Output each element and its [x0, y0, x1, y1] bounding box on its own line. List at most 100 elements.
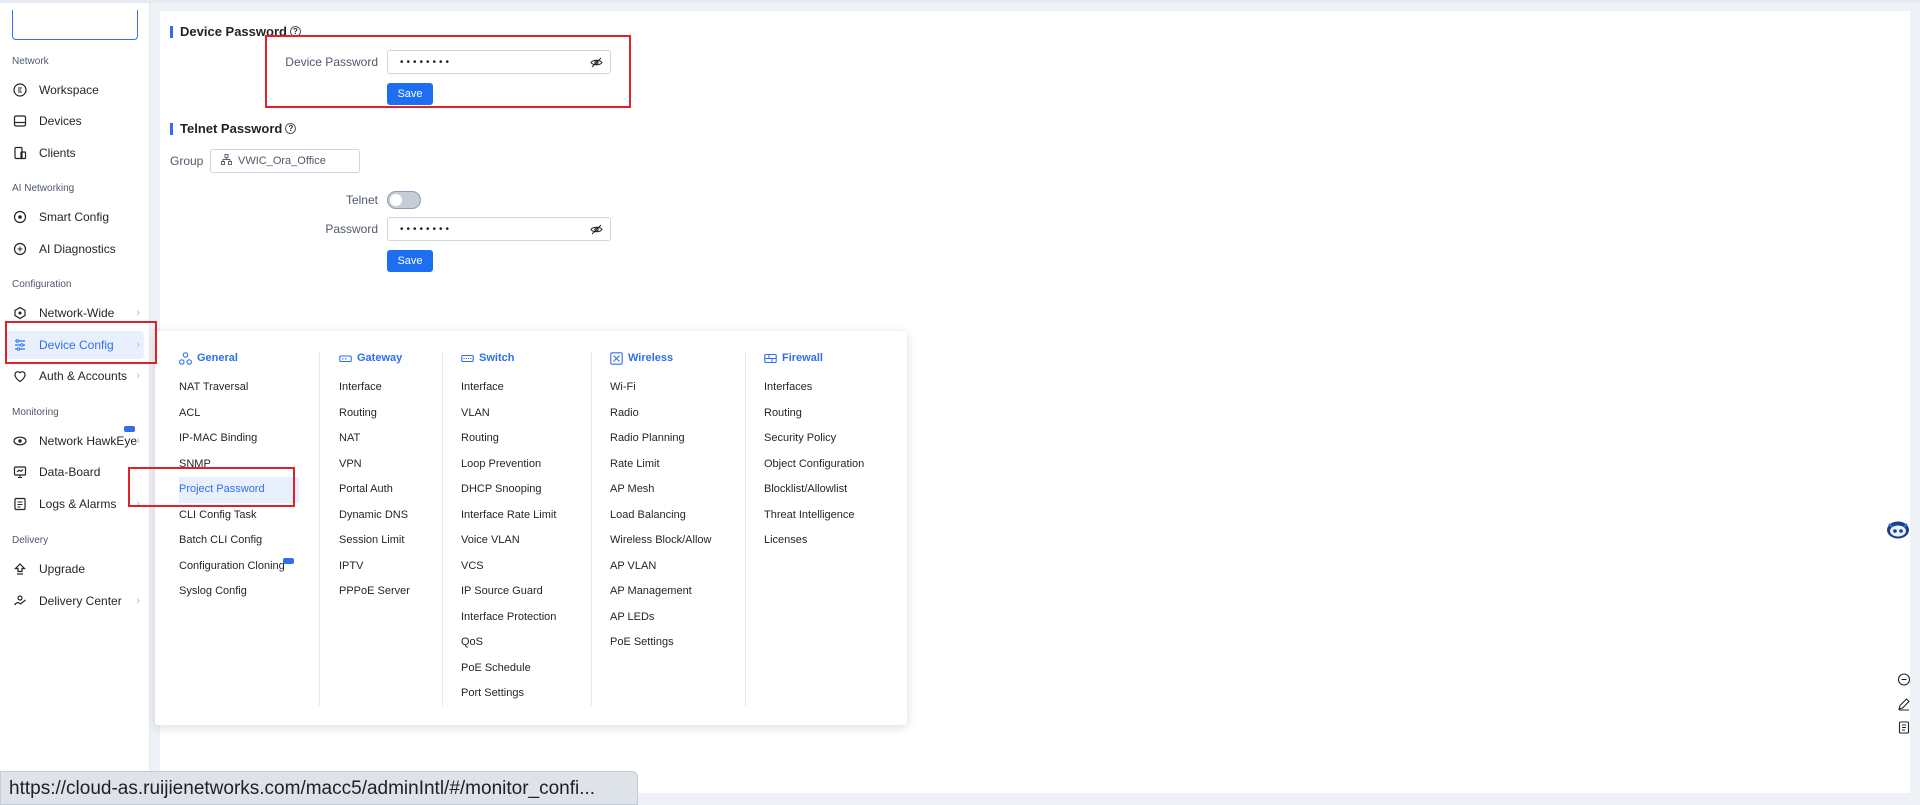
menu-item-threat-intelligence[interactable]: Threat Intelligence — [764, 503, 864, 529]
sidebar-item-label: Smart Config — [39, 210, 110, 224]
flyout-column-wireless: Wireless Wi-Fi Radio Radio Planning Rate… — [610, 351, 711, 656]
sidebar-item-devices[interactable]: Devices — [6, 107, 144, 135]
menu-item-interface-protection[interactable]: Interface Protection — [461, 605, 556, 631]
menu-item-security-policy[interactable]: Security Policy — [764, 426, 864, 452]
menu-item-routing[interactable]: Routing — [339, 401, 410, 427]
menu-item-syslog-config[interactable]: Syslog Config — [179, 579, 299, 605]
menu-item-vcs[interactable]: VCS — [461, 554, 556, 580]
menu-item-qos[interactable]: QoS — [461, 630, 556, 656]
menu-item-blocklist-allowlist[interactable]: Blocklist/Allowlist — [764, 477, 864, 503]
menu-item-dynamic-dns[interactable]: Dynamic DNS — [339, 503, 410, 529]
sidebar-item-clients[interactable]: Clients — [6, 139, 144, 167]
sidebar-item-network-hawkeye[interactable]: Network HawkEye › — [6, 427, 144, 455]
assistant-bot-icon[interactable] — [1885, 518, 1911, 540]
menu-item-vlan[interactable]: VLAN — [461, 401, 556, 427]
device-password-save-button[interactable]: Save — [387, 83, 433, 105]
sidebar-item-data-board[interactable]: Data-Board — [6, 458, 144, 486]
section-label-configuration: Configuration — [12, 279, 72, 290]
sidebar-item-delivery-center[interactable]: Delivery Center › — [6, 587, 144, 615]
menu-item-vpn[interactable]: VPN — [339, 452, 410, 478]
telnet-password-save-button[interactable]: Save — [387, 250, 433, 272]
menu-item-radio-planning[interactable]: Radio Planning — [610, 426, 711, 452]
menu-item-configuration-cloning[interactable]: Configuration Cloning — [179, 554, 299, 580]
chevron-right-icon: › — [136, 435, 140, 447]
sidebar-item-upgrade[interactable]: Upgrade — [6, 555, 144, 583]
menu-item-wi-fi[interactable]: Wi-Fi — [610, 375, 711, 401]
menu-item-interfaces[interactable]: Interfaces — [764, 375, 864, 401]
menu-item-ip-source-guard[interactable]: IP Source Guard — [461, 579, 556, 605]
column-divider — [319, 351, 320, 706]
menu-item-ap-mesh[interactable]: AP Mesh — [610, 477, 711, 503]
menu-item-radio[interactable]: Radio — [610, 401, 711, 427]
menu-item-iptv[interactable]: IPTV — [339, 554, 410, 580]
menu-item-poe-settings[interactable]: PoE Settings — [610, 630, 711, 656]
flyout-column-general: General NAT Traversal ACL IP-MAC Binding… — [179, 351, 299, 605]
flyout-column-title: Gateway — [357, 352, 403, 364]
menu-item-routing[interactable]: Routing — [461, 426, 556, 452]
menu-item-poe-schedule[interactable]: PoE Schedule — [461, 656, 556, 682]
telnet-password-label: Password — [325, 222, 378, 236]
menu-item-interface[interactable]: Interface — [339, 375, 410, 401]
menu-item-ip-mac-binding[interactable]: IP-MAC Binding — [179, 426, 299, 452]
sidebar-item-logs-alarms[interactable]: Logs & Alarms › — [6, 490, 144, 518]
group-value: VWIC_Ora_Office — [238, 155, 326, 167]
menu-item-voice-vlan[interactable]: Voice VLAN — [461, 528, 556, 554]
upgrade-icon — [12, 561, 28, 577]
eye-hidden-icon[interactable] — [590, 223, 603, 236]
help-icon[interactable]: ? — [285, 123, 297, 134]
flyout-column-firewall: Firewall Interfaces Routing Security Pol… — [764, 351, 864, 554]
menu-item-session-limit[interactable]: Session Limit — [339, 528, 410, 554]
menu-item-snmp[interactable]: SNMP — [179, 452, 299, 478]
menu-item-wireless-block-allow[interactable]: Wireless Block/Allow — [610, 528, 711, 554]
sidebar-item-network-wide[interactable]: Network-Wide › — [6, 299, 144, 327]
menu-item-pppoe-server[interactable]: PPPoE Server — [339, 579, 410, 605]
menu-item-batch-cli-config[interactable]: Batch CLI Config — [179, 528, 299, 554]
group-selector[interactable]: VWIC_Ora_Office — [210, 149, 360, 173]
menu-item-nat[interactable]: NAT — [339, 426, 410, 452]
column-divider — [745, 351, 746, 706]
device-password-input[interactable]: •••••••• — [387, 50, 611, 74]
help-icon[interactable]: ? — [289, 26, 301, 37]
sidebar-item-label: AI Diagnostics — [39, 242, 116, 256]
device-password-title: Device Password ? — [170, 24, 301, 39]
menu-item-ap-vlan[interactable]: AP VLAN — [610, 554, 711, 580]
sidebar-item-ai-diagnostics[interactable]: AI Diagnostics — [6, 235, 144, 263]
device-password-heading: Device Password — [180, 24, 287, 39]
chat-bubble-icon[interactable] — [1897, 673, 1911, 687]
edit-feedback-icon[interactable] — [1897, 697, 1911, 711]
menu-item-cli-config-task[interactable]: CLI Config Task — [179, 503, 299, 529]
menu-item-acl[interactable]: ACL — [179, 401, 299, 427]
sidebar-item-device-config[interactable]: Device Config › — [6, 331, 144, 359]
group-tree-icon — [221, 154, 232, 168]
menu-item-interface[interactable]: Interface — [461, 375, 556, 401]
clipboard-icon[interactable] — [1897, 720, 1911, 734]
top-loading-bar — [0, 0, 1920, 3]
sidebar-item-auth-accounts[interactable]: Auth & Accounts › — [6, 362, 144, 390]
menu-item-interface-rate-limit[interactable]: Interface Rate Limit — [461, 503, 556, 529]
menu-item-routing[interactable]: Routing — [764, 401, 864, 427]
firewall-icon — [764, 352, 777, 365]
menu-item-project-password[interactable]: Project Password — [179, 477, 299, 503]
sidebar-item-smart-config[interactable]: Smart Config — [6, 203, 144, 231]
wireless-icon — [610, 351, 623, 365]
menu-item-rate-limit[interactable]: Rate Limit — [610, 452, 711, 478]
sidebar-item-label: Workspace — [39, 83, 99, 97]
menu-item-ap-leds[interactable]: AP LEDs — [610, 605, 711, 631]
menu-item-portal-auth[interactable]: Portal Auth — [339, 477, 410, 503]
menu-item-licenses[interactable]: Licenses — [764, 528, 864, 554]
menu-item-port-settings[interactable]: Port Settings — [461, 681, 556, 707]
clients-icon — [12, 145, 28, 161]
gateway-icon — [339, 352, 352, 365]
sidebar-item-label: Device Config — [39, 338, 114, 352]
menu-item-load-balancing[interactable]: Load Balancing — [610, 503, 711, 529]
menu-item-ap-management[interactable]: AP Management — [610, 579, 711, 605]
menu-item-object-configuration[interactable]: Object Configuration — [764, 452, 864, 478]
menu-item-nat-traversal[interactable]: NAT Traversal — [179, 375, 299, 401]
sidebar-item-workspace[interactable]: Workspace — [6, 76, 144, 104]
menu-item-loop-prevention[interactable]: Loop Prevention — [461, 452, 556, 478]
menu-item-dhcp-snooping[interactable]: DHCP Snooping — [461, 477, 556, 503]
eye-hidden-icon[interactable] — [590, 56, 603, 69]
sidebar-search-input[interactable] — [12, 10, 138, 40]
telnet-password-input[interactable]: •••••••• — [387, 217, 611, 241]
telnet-toggle[interactable] — [387, 191, 421, 209]
